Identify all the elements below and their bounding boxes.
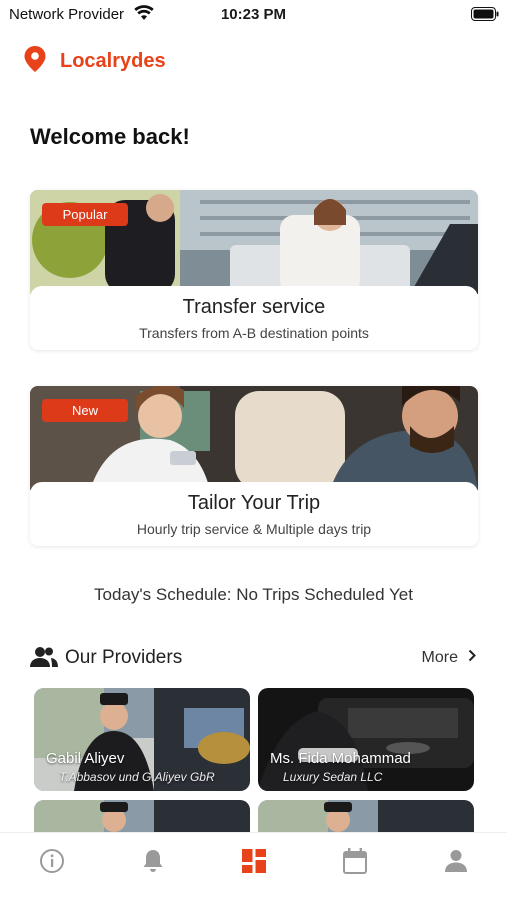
battery-icon — [471, 7, 499, 26]
providers-header: Our Providers More — [30, 644, 478, 672]
info-icon — [39, 848, 65, 879]
calendar-icon — [342, 847, 367, 879]
profile-icon — [444, 849, 467, 878]
provider-company: T.Abbasov und G.Aliyev GbR — [59, 770, 215, 784]
provider-photo — [34, 800, 250, 832]
tab-profile[interactable] — [405, 833, 506, 893]
status-bar: Network Provider 10:23 PM — [0, 0, 507, 30]
clock: 10:23 PM — [220, 6, 287, 23]
todays-schedule: Today's Schedule: No Trips Scheduled Yet — [94, 585, 413, 604]
bottom-tab-bar — [0, 832, 507, 900]
more-label: More — [421, 649, 458, 666]
tab-notifications[interactable] — [102, 833, 203, 893]
bell-icon — [142, 849, 164, 878]
providers-title: Our Providers — [65, 647, 183, 668]
provider-name: Gabil Aliyev — [46, 750, 125, 767]
dashboard-icon — [241, 848, 266, 878]
brand-name: Localrydes — [60, 49, 166, 72]
provider-card[interactable] — [258, 800, 474, 832]
tab-dashboard[interactable] — [203, 833, 304, 893]
transfer-service-panel: Transfer service Transfers from A-B dest… — [30, 286, 478, 350]
tailor-trip-card[interactable]: New Tailor Your Trip Hourly trip service… — [30, 386, 478, 546]
transfer-service-title: Transfer service — [182, 296, 326, 318]
transfer-service-subtitle: Transfers from A-B destination points — [139, 325, 369, 341]
location-pin-icon — [24, 45, 46, 77]
provider-name: Ms. Fida Mohammad — [270, 750, 411, 767]
provider-card[interactable]: Gabil Aliyev T.Abbasov und G.Aliyev GbR — [34, 688, 250, 791]
provider-card[interactable] — [34, 800, 250, 832]
tailor-trip-subtitle: Hourly trip service & Multiple days trip — [136, 521, 372, 537]
transfer-service-card[interactable]: Popular Transfer service Transfers from … — [30, 190, 478, 350]
tab-calendar[interactable] — [304, 833, 405, 893]
new-badge: New — [42, 399, 128, 422]
tailor-trip-title: Tailor Your Trip — [187, 492, 321, 514]
users-icon — [30, 646, 58, 673]
brand-header[interactable]: Localrydes — [24, 45, 166, 77]
provider-photo — [258, 800, 474, 832]
welcome-heading: Welcome back! — [30, 124, 190, 149]
providers-more-link[interactable]: More — [422, 649, 476, 667]
tailor-trip-panel: Tailor Your Trip Hourly trip service & M… — [30, 482, 478, 546]
tab-info[interactable] — [1, 833, 102, 893]
provider-card[interactable]: Ms. Fida Mohammad Luxury Sedan LLC — [258, 688, 474, 791]
chevron-right-icon — [468, 649, 476, 667]
popular-badge: Popular — [42, 203, 128, 226]
provider-company: Luxury Sedan LLC — [283, 770, 383, 784]
